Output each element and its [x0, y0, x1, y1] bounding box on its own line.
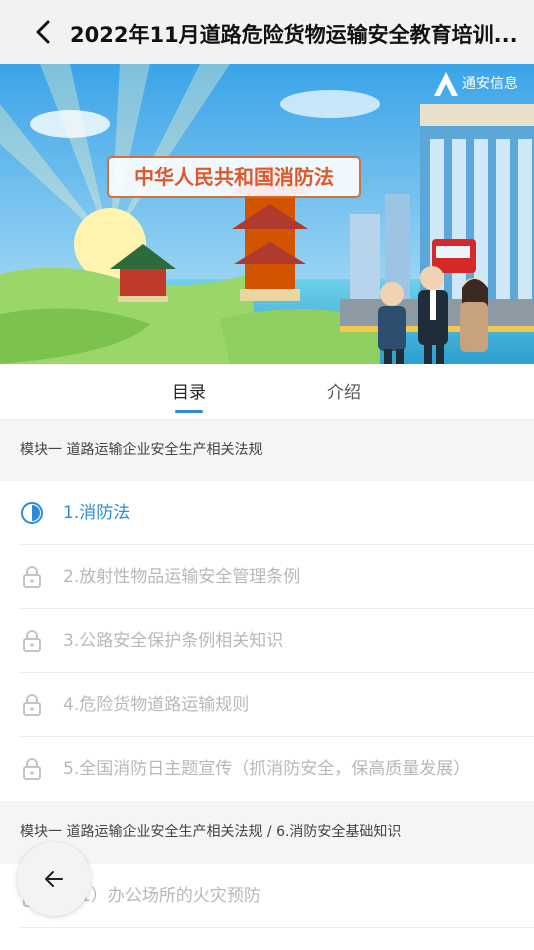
top-bar: 2022年11月道路危险货物运输安全教育培训...: [0, 0, 534, 64]
tab-catalog[interactable]: 目录: [172, 378, 206, 403]
lock-icon: [20, 629, 44, 653]
lesson-title: 1.消防法: [63, 503, 131, 523]
banner-illustration: 中华人民共和国消防法 通安信息: [0, 64, 534, 364]
tab-bar: 目录 介绍: [0, 364, 534, 420]
lesson-title: 5.全国消防日主题宣传（抓消防安全，保高质量发展）: [63, 759, 471, 779]
floating-back-button[interactable]: [17, 842, 91, 916]
lesson-title: 4.危险货物道路运输规则: [63, 695, 250, 715]
lock-icon: [20, 757, 44, 781]
lesson-title: 2.放射性物品运输安全管理条例: [63, 567, 301, 587]
banner-headline: 中华人民共和国消防法: [134, 165, 334, 189]
lesson-item[interactable]: 3.公路安全保护条例相关知识: [0, 609, 534, 673]
lesson-item[interactable]: 1.消防法: [0, 481, 534, 545]
tab-introduction[interactable]: 介绍: [327, 378, 361, 403]
half-circle-progress-icon: [20, 501, 44, 525]
lock-icon: [20, 693, 44, 717]
arrow-left-icon: [45, 871, 63, 887]
module-header: 模块一 道路运输企业安全生产相关法规: [0, 420, 534, 481]
lesson-item[interactable]: 4.危险货物道路运输规则: [0, 673, 534, 737]
back-chevron-icon[interactable]: [28, 16, 60, 48]
brand-name: 通安信息: [462, 75, 518, 92]
lesson-item[interactable]: 2.放射性物品运输安全管理条例: [0, 545, 534, 609]
lesson-title: （1）办公场所的火灾预防: [63, 886, 261, 906]
lesson-title: 3.公路安全保护条例相关知识: [63, 631, 284, 651]
page-title: 2022年11月道路危险货物运输安全教育培训...: [70, 23, 518, 47]
active-tab-indicator: [175, 410, 203, 413]
course-banner: 中华人民共和国消防法 通安信息: [0, 64, 534, 364]
lesson-item[interactable]: 5.全国消防日主题宣传（抓消防安全，保高质量发展）: [0, 737, 534, 801]
lock-icon: [20, 565, 44, 589]
